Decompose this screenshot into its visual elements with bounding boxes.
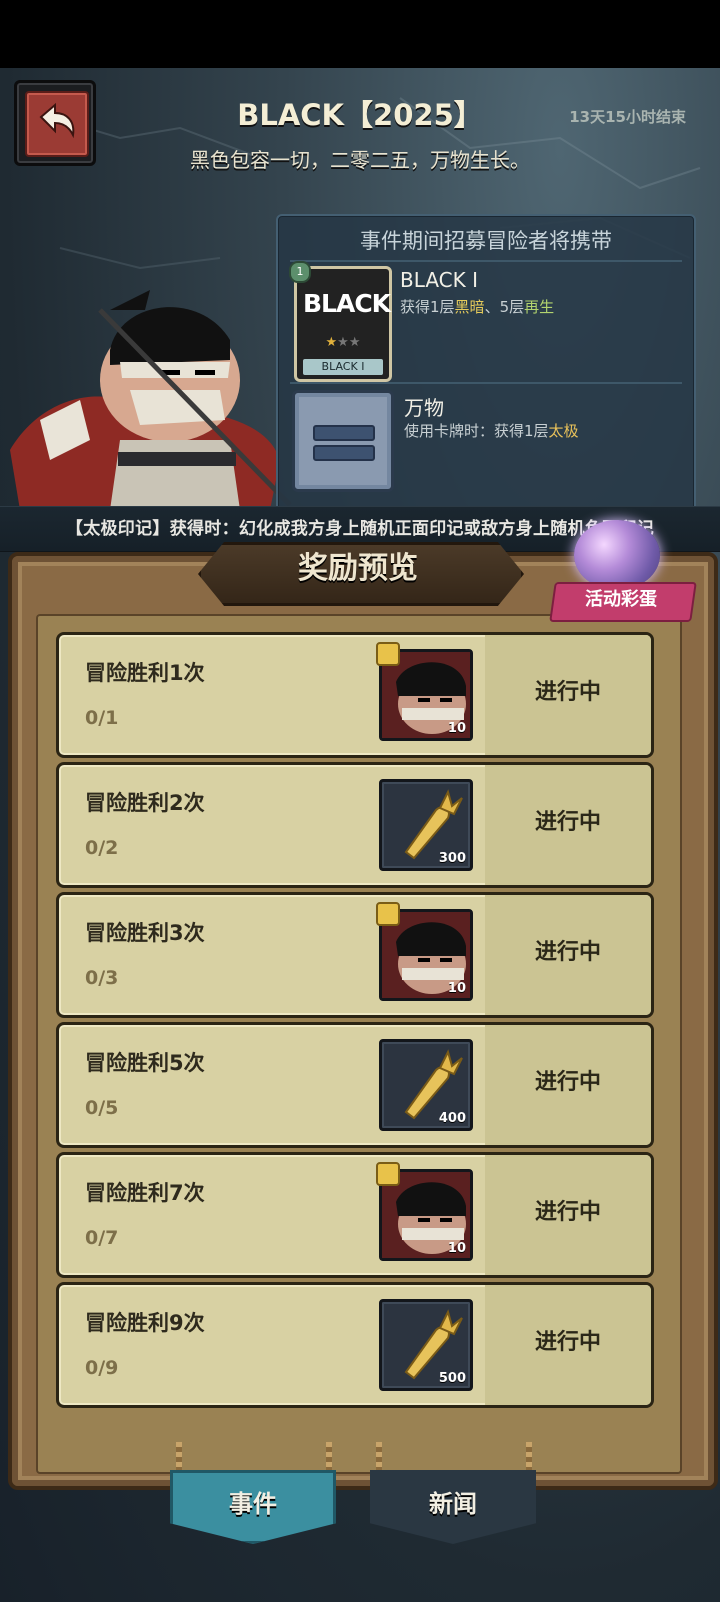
relic-name: 万物 [404,396,444,420]
task-progress: 0/1 [85,707,119,729]
reward-carrot-icon[interactable]: 300 [379,779,473,871]
card-name: BLACK I [400,268,478,292]
tab-news[interactable]: 新闻 [370,1470,536,1544]
rewards-title: 奖励预览 [298,551,418,586]
card-description: 获得1层黑暗、5层再生 [400,296,554,317]
keyword-regen: 再生 [524,298,555,316]
task-progress: 0/3 [85,967,119,989]
task-status: 进行中 [534,1200,601,1225]
relic-bar [313,425,375,441]
relic-desc-text: 使用卡牌时：获得1层 [404,422,549,440]
task-status: 进行中 [534,1070,601,1095]
card-art-text: BLACK [303,289,391,318]
task-row: 冒险胜利9次 0/9 500 进行中 [56,1282,654,1408]
task-name: 冒险胜利3次 [85,921,205,945]
reward-hero-portrait-icon[interactable]: 10 [376,642,473,741]
card-desc-text: 、5层 [484,298,525,316]
task-progress: 0/9 [85,1357,119,1379]
relic-description: 使用卡牌时：获得1层太极 [404,420,579,441]
reward-hero-portrait-icon[interactable]: 10 [376,902,473,1001]
task-status: 进行中 [534,680,601,705]
star-icon: ★ [325,335,338,350]
puzzle-piece-icon [376,1162,400,1186]
keyword-dark: 黑暗 [454,298,485,316]
task-name: 冒险胜利2次 [85,791,205,815]
egg-label: 活动彩蛋 [585,589,657,610]
reward-quantity: 500 [438,1371,466,1386]
star-icon: ★ [337,335,349,350]
hero-character-illustration [10,290,292,510]
reward-carrot-icon[interactable]: 500 [379,1299,473,1391]
reward-quantity: 400 [438,1111,466,1126]
tab-events[interactable]: 事件 [170,1470,336,1544]
event-easter-egg-button[interactable]: 活动彩蛋 [549,520,702,630]
task-row: 冒险胜利5次 0/5 400 进行中 [56,1022,654,1148]
task-row: 冒险胜利2次 0/2 300 进行中 [56,762,654,888]
task-row: 冒险胜利3次 0/3 10 进行中 [56,892,654,1018]
reward-quantity: 10 [447,1241,466,1256]
task-name: 冒险胜利1次 [85,661,205,685]
panel-divider [290,382,682,384]
relic-icon[interactable] [292,390,394,492]
task-row: 冒险胜利7次 0/7 10 进行中 [56,1152,654,1278]
card-desc-text: 获得1层 [400,298,455,316]
task-name: 冒险胜利9次 [85,1311,205,1335]
puzzle-piece-icon [376,642,400,666]
panel-heading: 事件期间招募冒险者将携带 [290,222,682,262]
card-label: BLACK I [303,359,383,375]
reward-hero-portrait-icon[interactable]: 10 [376,1162,473,1261]
task-name: 冒险胜利7次 [85,1181,205,1205]
keyword-taiji: 太极 [548,422,579,440]
task-row: 冒险胜利1次 0/1 10 进行中 [56,632,654,758]
page-subtitle: 黑色包容一切，二零二五，万物生长。 [190,148,530,172]
task-name: 冒险胜利5次 [85,1051,205,1075]
event-timer: 13天15小时结束 [569,108,686,126]
task-status: 进行中 [534,940,601,965]
event-bonus-panel: 事件期间招募冒险者将携带 1 BLACK ★★★ BLACK I BLACK I… [276,214,696,518]
card-cost-badge: 1 [289,261,311,283]
relic-bar [313,445,375,461]
reward-carrot-icon[interactable]: 400 [379,1039,473,1131]
reward-quantity: 300 [438,851,466,866]
card-rarity-stars: ★★★ [297,335,389,350]
task-progress: 0/7 [85,1227,119,1249]
black-card[interactable]: 1 BLACK ★★★ BLACK I [289,261,392,382]
task-status: 进行中 [534,1330,601,1355]
tab-label: 事件 [229,1490,277,1518]
task-status: 进行中 [534,810,601,835]
task-progress: 0/5 [85,1097,119,1119]
egg-icon [574,520,660,590]
star-icon: ★ [348,335,361,350]
reward-quantity: 10 [447,721,466,736]
task-progress: 0/2 [85,837,119,859]
tab-label: 新闻 [429,1490,477,1518]
puzzle-piece-icon [376,902,400,926]
reward-quantity: 10 [447,981,466,996]
